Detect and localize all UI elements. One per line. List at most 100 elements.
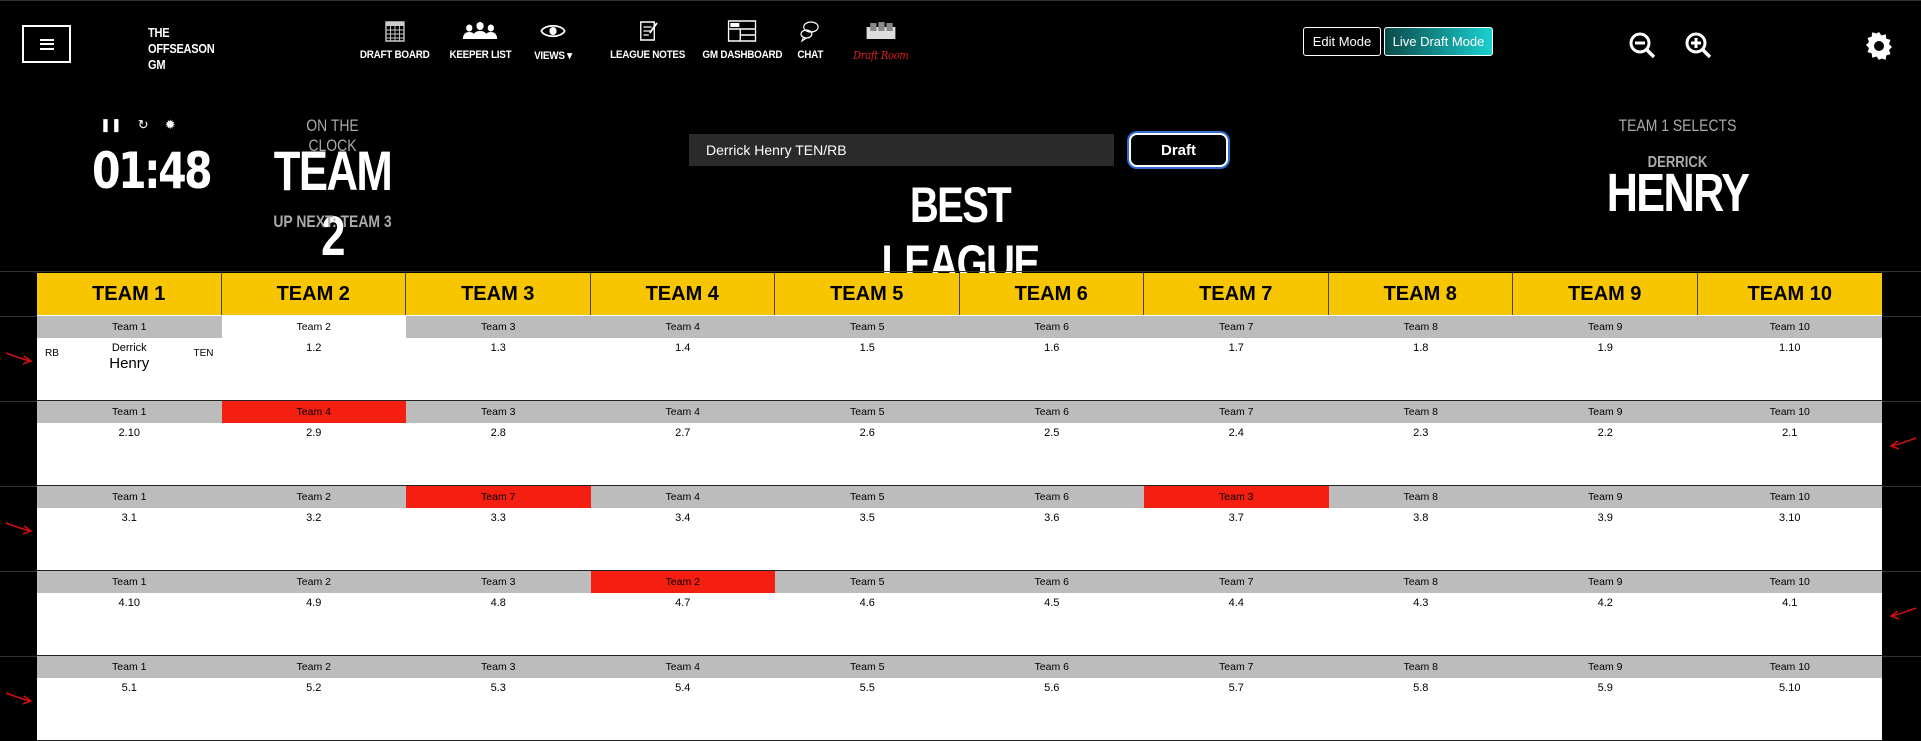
pick-cell[interactable]: 4.6	[775, 593, 960, 656]
pick-cell[interactable]: 5.6	[960, 678, 1145, 741]
zoom-out-icon[interactable]	[1628, 31, 1656, 59]
pick-cell[interactable]: 2.7	[591, 423, 776, 486]
pick-owner-label: Team 7	[1219, 576, 1254, 588]
pick-cell[interactable]: 1.6	[960, 338, 1145, 401]
pick-cell[interactable]: 4.10	[37, 593, 222, 656]
made-pick-card[interactable]: RB Derrick Henry TEN	[37, 338, 222, 401]
pick-cell[interactable]: 2.9	[222, 423, 407, 486]
pick-cell[interactable]: 4.4	[1144, 593, 1329, 656]
team-header[interactable]: TEAM 1	[37, 273, 222, 315]
brand-logo[interactable]: THE OFFSEASON GM	[148, 25, 215, 73]
team-header[interactable]: TEAM 10	[1698, 273, 1883, 315]
pick-cell[interactable]: 4.5	[960, 593, 1145, 656]
draft-button[interactable]: Draft	[1129, 133, 1228, 167]
pick-cell[interactable]: 5.5	[775, 678, 960, 741]
pick-cell[interactable]: 5.1	[37, 678, 222, 741]
pick-cell[interactable]: 1.2	[222, 338, 407, 401]
up-next-label: UP NEXT: TEAM 3	[273, 212, 392, 231]
nav-views-dropdown[interactable]: VIEWS ▾	[534, 19, 572, 62]
pick-cell[interactable]: 3.7	[1144, 508, 1329, 571]
team-header[interactable]: TEAM 5	[775, 273, 960, 315]
pick-cell[interactable]: 4.7	[591, 593, 776, 656]
team-header[interactable]: TEAM 3	[406, 273, 591, 315]
team-header[interactable]: TEAM 6	[960, 273, 1144, 315]
pick-cell[interactable]: 2.1	[1698, 423, 1883, 486]
team-header[interactable]: TEAM 2	[222, 273, 406, 315]
pick-cell[interactable]: 1.8	[1329, 338, 1514, 401]
nav-keeper-list[interactable]: KEEPER LIST	[449, 19, 512, 61]
player-search-input[interactable]	[689, 134, 1114, 166]
pick-cell[interactable]: 3.6	[960, 508, 1145, 571]
nav-league-notes[interactable]: LEAGUE NOTES	[610, 19, 685, 61]
team-header[interactable]: TEAM 9	[1513, 273, 1698, 315]
timer-settings-icon[interactable]: ✹	[165, 117, 176, 133]
pick-cell[interactable]: 5.4	[591, 678, 776, 741]
pick-owner-label: Team 5	[850, 491, 885, 503]
pick-cell[interactable]: 4.2	[1513, 593, 1698, 656]
pick-cell[interactable]: 3.1	[37, 508, 222, 571]
pick-cell[interactable]: 2.6	[775, 423, 960, 486]
pick-cell[interactable]: 3.2	[222, 508, 407, 571]
pick-cell[interactable]: 3.10	[1698, 508, 1883, 571]
pick-cell[interactable]: 3.8	[1329, 508, 1514, 571]
pick-owner-label: Team 9	[1588, 406, 1623, 418]
pick-cell[interactable]: 5.9	[1513, 678, 1698, 741]
brand-line-2: OFFSEASON	[148, 41, 215, 56]
nav-chat[interactable]: CHAT	[797, 19, 823, 61]
pick-cell[interactable]: 3.4	[591, 508, 776, 571]
pick-cell[interactable]: 5.3	[406, 678, 591, 741]
pick-cell[interactable]: 2.8	[406, 423, 591, 486]
pause-icon[interactable]: ❚❚	[100, 117, 122, 133]
pick-cell[interactable]: 1.9	[1513, 338, 1698, 401]
pick-owner-label: Team 2	[296, 576, 331, 588]
people-icon	[463, 22, 498, 39]
round-owner-row: Team 1 Team 2 Team 3 Team 4 Team 5 Team 6 Team…	[37, 316, 1882, 338]
pick-cell[interactable]: 1.3	[406, 338, 591, 401]
pick-owner-label: Team 8	[1403, 406, 1438, 418]
pick-cell[interactable]: 2.5	[960, 423, 1145, 486]
brand-line-1: THE	[148, 25, 170, 40]
pick-owner-label: Team 6	[1034, 321, 1069, 333]
pick-cell[interactable]: 2.4	[1144, 423, 1329, 486]
nav-gm-dashboard[interactable]: GM DASHBOARD	[702, 19, 783, 61]
gear-icon[interactable]	[1864, 31, 1894, 61]
pick-owner-label: Team 6	[1034, 406, 1069, 418]
pick-cell[interactable]: 3.5	[775, 508, 960, 571]
pick-owner-label: Team 1	[37, 316, 222, 338]
draft-round: Team 1 Team 2 Team 3 Team 2 Team 5 Team 6 Team…	[37, 571, 1882, 656]
pick-cell[interactable]: 4.1	[1698, 593, 1883, 656]
chat-bubbles-icon	[800, 21, 819, 43]
pick-cell[interactable]: 4.3	[1329, 593, 1514, 656]
pick-cell[interactable]: 2.10	[37, 423, 222, 486]
pick-cell[interactable]: 2.2	[1513, 423, 1698, 486]
pick-cell[interactable]: 5.2	[222, 678, 407, 741]
pick-cell[interactable]: 4.8	[406, 593, 591, 656]
pick-cell[interactable]: 1.7	[1144, 338, 1329, 401]
team-header[interactable]: TEAM 7	[1144, 273, 1329, 315]
nav-draft-room[interactable]: Draft Room	[853, 19, 909, 62]
team-header-row: TEAM 1 TEAM 2 TEAM 3 TEAM 4 TEAM 5 TEAM …	[37, 273, 1882, 315]
pick-owner-label: Team 10	[1769, 661, 1810, 673]
pick-cell[interactable]: 3.9	[1513, 508, 1698, 571]
notepad-icon	[639, 21, 658, 41]
zoom-in-icon[interactable]	[1684, 31, 1712, 59]
nav-draft-board[interactable]: DRAFT BOARD	[360, 19, 430, 61]
pick-cell[interactable]: 5.10	[1698, 678, 1883, 741]
restart-icon[interactable]: ↻	[138, 117, 149, 133]
team-header[interactable]: TEAM 8	[1329, 273, 1513, 315]
pick-cell[interactable]: 5.8	[1329, 678, 1514, 741]
pick-cell[interactable]: 4.9	[222, 593, 407, 656]
pick-owner-label: Team 9	[1588, 321, 1623, 333]
pick-cell[interactable]: 1.10	[1698, 338, 1883, 401]
pick-cell[interactable]: 1.5	[775, 338, 960, 401]
pick-owner-label: Team 4	[665, 406, 700, 418]
team-header[interactable]: TEAM 4	[591, 273, 775, 315]
pick-cell[interactable]: 1.4	[591, 338, 776, 401]
pick-cell[interactable]: 2.3	[1329, 423, 1514, 486]
pick-cell[interactable]: 5.7	[1144, 678, 1329, 741]
edit-mode-button[interactable]: Edit Mode	[1303, 27, 1381, 56]
pick-cell[interactable]: 3.3	[406, 508, 591, 571]
side-separator	[1882, 656, 1921, 657]
live-draft-mode-button[interactable]: Live Draft Mode	[1384, 27, 1493, 56]
hamburger-menu-button[interactable]	[22, 25, 71, 63]
